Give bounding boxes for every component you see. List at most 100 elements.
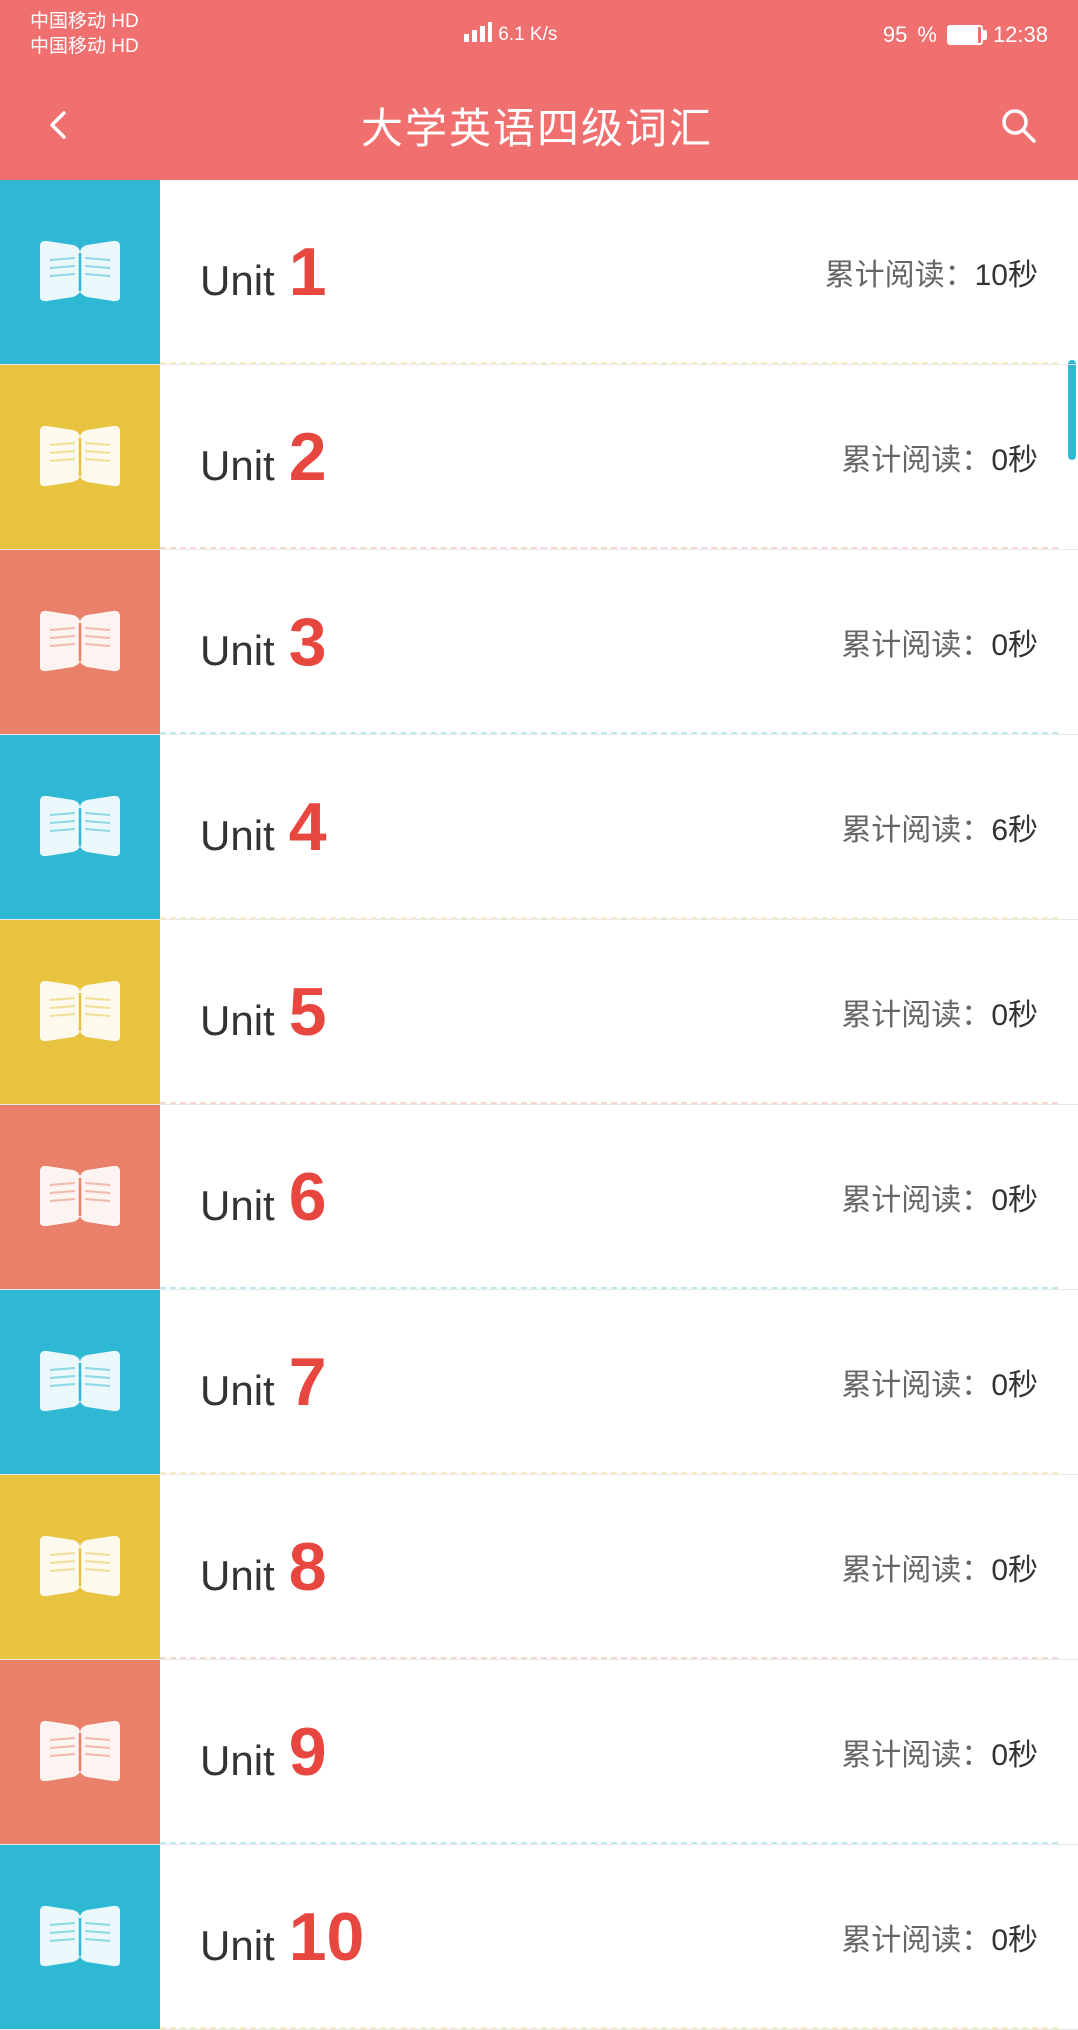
back-button[interactable]	[40, 107, 76, 143]
unit-item-1[interactable]: Unit 1 累计阅读：10秒	[0, 180, 1078, 365]
unit-content-3: Unit 3 累计阅读：0秒	[160, 550, 1078, 734]
carrier1-label: 中国移动 HD	[30, 10, 139, 35]
unit-word: Unit	[200, 257, 275, 305]
unit-item-10[interactable]: Unit 10 累计阅读：0秒	[0, 1845, 1078, 2030]
unit-reading-2: 累计阅读：0秒	[841, 435, 1038, 479]
unit-word: Unit	[200, 1367, 275, 1415]
unit-number-2: 2	[289, 423, 327, 491]
unit-list: Unit 1 累计阅读：10秒	[0, 180, 1078, 2030]
book-icon-2	[35, 420, 125, 495]
reading-label: 累计阅读：	[841, 814, 991, 847]
unit-label-2: Unit 2	[200, 423, 327, 491]
battery-percent: 95	[883, 22, 907, 48]
unit-word: Unit	[200, 812, 275, 860]
unit-label-1: Unit 1	[200, 238, 327, 306]
unit-content-2: Unit 2 累计阅读：0秒	[160, 365, 1078, 549]
unit-icon-bg-6	[0, 1105, 160, 1289]
reading-label: 累计阅读：	[825, 259, 975, 292]
status-bar: 中国移动 HD 中国移动 HD 6.1 K/s 95% 12:38	[0, 0, 1078, 70]
book-icon-9	[35, 1715, 125, 1790]
unit-reading-5: 累计阅读：0秒	[841, 990, 1038, 1034]
unit-reading-10: 累计阅读：0秒	[841, 1915, 1038, 1959]
unit-word: Unit	[200, 997, 275, 1045]
unit-content-4: Unit 4 累计阅读：6秒	[160, 735, 1078, 919]
unit-number-10: 10	[289, 1903, 365, 1971]
unit-reading-4: 累计阅读：6秒	[841, 805, 1038, 849]
reading-label: 累计阅读：	[841, 1924, 991, 1957]
reading-value-6: 0秒	[991, 1184, 1038, 1217]
network-status: 6.1 K/s	[464, 22, 557, 48]
speed-label: 6.1 K/s	[498, 24, 557, 46]
reading-label: 累计阅读：	[841, 1739, 991, 1772]
unit-item-4[interactable]: Unit 4 累计阅读：6秒	[0, 735, 1078, 920]
book-icon-8	[35, 1530, 125, 1605]
book-icon-10	[35, 1900, 125, 1975]
unit-content-9: Unit 9 累计阅读：0秒	[160, 1660, 1078, 1844]
reading-value-9: 0秒	[991, 1739, 1038, 1772]
unit-content-7: Unit 7 累计阅读：0秒	[160, 1290, 1078, 1474]
unit-number-1: 1	[289, 238, 327, 306]
unit-icon-bg-10	[0, 1845, 160, 2029]
unit-word: Unit	[200, 1737, 275, 1785]
unit-item-5[interactable]: Unit 5 累计阅读：0秒	[0, 920, 1078, 1105]
unit-number-7: 7	[289, 1348, 327, 1416]
reading-value-4: 6秒	[991, 814, 1038, 847]
network-icon	[464, 22, 492, 48]
unit-number-4: 4	[289, 793, 327, 861]
carrier-info: 中国移动 HD 中国移动 HD	[30, 10, 139, 59]
reading-value-8: 0秒	[991, 1554, 1038, 1587]
unit-item-8[interactable]: Unit 8 累计阅读：0秒	[0, 1475, 1078, 1660]
unit-content-10: Unit 10 累计阅读：0秒	[160, 1845, 1078, 2029]
unit-icon-bg-7	[0, 1290, 160, 1474]
unit-number-3: 3	[289, 608, 327, 676]
book-icon-4	[35, 790, 125, 865]
unit-reading-7: 累计阅读：0秒	[841, 1360, 1038, 1404]
reading-value-7: 0秒	[991, 1369, 1038, 1402]
reading-value-5: 0秒	[991, 999, 1038, 1032]
book-icon-7	[35, 1345, 125, 1420]
reading-value-1: 10秒	[975, 259, 1038, 292]
reading-label: 累计阅读：	[841, 1184, 991, 1217]
book-icon-1	[35, 235, 125, 310]
unit-icon-bg-3	[0, 550, 160, 734]
unit-icon-bg-4	[0, 735, 160, 919]
unit-reading-1: 累计阅读：10秒	[825, 250, 1038, 294]
unit-label-7: Unit 7	[200, 1348, 327, 1416]
unit-number-8: 8	[289, 1533, 327, 1601]
unit-icon-bg-1	[0, 180, 160, 364]
unit-label-4: Unit 4	[200, 793, 327, 861]
unit-label-8: Unit 8	[200, 1533, 327, 1601]
unit-number-5: 5	[289, 978, 327, 1046]
time-display: 12:38	[993, 22, 1048, 48]
unit-content-6: Unit 6 累计阅读：0秒	[160, 1105, 1078, 1289]
unit-content-1: Unit 1 累计阅读：10秒	[160, 180, 1078, 364]
unit-word: Unit	[200, 1182, 275, 1230]
unit-content-8: Unit 8 累计阅读：0秒	[160, 1475, 1078, 1659]
unit-reading-3: 累计阅读：0秒	[841, 620, 1038, 664]
book-icon-6	[35, 1160, 125, 1235]
page-title: 大学英语四级词汇	[361, 95, 713, 156]
unit-word: Unit	[200, 1552, 275, 1600]
reading-label: 累计阅读：	[841, 1554, 991, 1587]
unit-label-6: Unit 6	[200, 1163, 327, 1231]
time-battery: 95% 12:38	[883, 22, 1048, 48]
unit-icon-bg-8	[0, 1475, 160, 1659]
unit-item-9[interactable]: Unit 9 累计阅读：0秒	[0, 1660, 1078, 1845]
unit-word: Unit	[200, 627, 275, 675]
unit-item-7[interactable]: Unit 7 累计阅读：0秒	[0, 1290, 1078, 1475]
unit-item-3[interactable]: Unit 3 累计阅读：0秒	[0, 550, 1078, 735]
search-button[interactable]	[998, 105, 1038, 145]
carrier2-label: 中国移动 HD	[30, 35, 139, 60]
reading-label: 累计阅读：	[841, 999, 991, 1032]
unit-reading-9: 累计阅读：0秒	[841, 1730, 1038, 1774]
unit-item-2[interactable]: Unit 2 累计阅读：0秒	[0, 365, 1078, 550]
unit-label-5: Unit 5	[200, 978, 327, 1046]
unit-word: Unit	[200, 1922, 275, 1970]
battery-icon	[947, 25, 983, 45]
unit-word: Unit	[200, 442, 275, 490]
reading-value-3: 0秒	[991, 629, 1038, 662]
reading-value-10: 0秒	[991, 1924, 1038, 1957]
app-header: 大学英语四级词汇	[0, 70, 1078, 180]
unit-label-3: Unit 3	[200, 608, 327, 676]
unit-item-6[interactable]: Unit 6 累计阅读：0秒	[0, 1105, 1078, 1290]
